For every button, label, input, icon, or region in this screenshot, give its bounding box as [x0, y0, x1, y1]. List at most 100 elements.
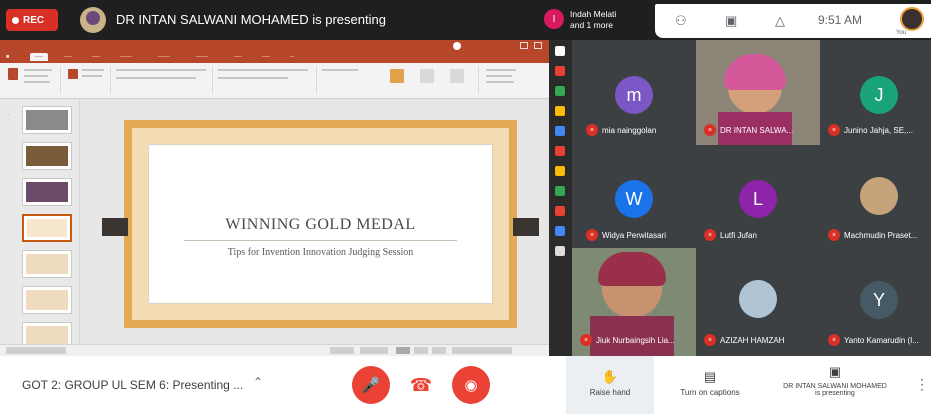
slide-thumb[interactable] — [22, 286, 72, 314]
mic-off-icon: × — [828, 334, 840, 346]
status-notes-icon — [330, 347, 354, 354]
participant-name: Machmudin Praset... — [844, 231, 918, 240]
ribbon-line — [486, 69, 516, 71]
participant-tile[interactable]: J × Junino Jahja, SE,... — [820, 40, 931, 145]
slide-thumb[interactable] — [22, 178, 72, 206]
recording-label: REC — [23, 14, 45, 26]
participant-tile[interactable]: Y × Yanto Kamarudin (I... — [820, 248, 931, 356]
record-dot-icon — [12, 16, 19, 24]
mic-off-icon: × — [586, 229, 598, 241]
ppt-tab-icon: ─── — [196, 54, 208, 60]
status-comments-icon — [360, 347, 388, 354]
slide-thumb[interactable] — [22, 250, 72, 278]
normal-view-icon — [396, 347, 410, 354]
ribbon-line — [322, 69, 358, 71]
taskbar-icon — [555, 86, 565, 96]
user-avatar-label: You — [896, 30, 907, 36]
participant-tile[interactable]: × AZIZAH HAMZAH — [696, 248, 820, 356]
sorter-view-icon — [414, 347, 428, 354]
meeting-title[interactable]: GOT 2: GROUP UL SEM 6: Presenting ... — [22, 378, 243, 392]
captions-icon: ▤ — [703, 369, 717, 384]
ribbon-line — [486, 81, 514, 83]
participant-tile-video[interactable]: × DR INTAN SALWA... — [696, 40, 820, 145]
taskbar-strip — [549, 40, 572, 356]
ppt-tab-icon: ─ — [290, 54, 294, 60]
ppt-window-button-icon — [534, 42, 542, 49]
camera-toggle-button[interactable]: ◉ — [452, 366, 490, 404]
ppt-tab-active: ── — [30, 53, 48, 61]
slide-thumb[interactable] — [22, 106, 72, 134]
camera-off-icon: ◉ — [464, 377, 478, 394]
mic-off-icon: × — [828, 229, 840, 241]
more-options-icon[interactable]: ⋮ — [915, 376, 929, 393]
mic-off-icon: 🎤 — [361, 377, 381, 394]
reading-view-icon — [432, 347, 446, 354]
people-icon[interactable]: ⚇ — [675, 14, 687, 28]
participant-name: DR INTAN SALWA... — [720, 126, 794, 135]
participant-avatar: W — [615, 180, 653, 218]
bottom-bar: GOT 2: GROUP UL SEM 6: Presenting ... ⌃ … — [0, 356, 931, 414]
hang-up-icon: ☎ — [409, 374, 433, 395]
participant-pill-line1: Indah Melati — [570, 9, 617, 19]
ribbon-separator — [110, 66, 111, 94]
ribbon-separator — [60, 66, 61, 94]
taskbar-icon — [555, 166, 565, 176]
ppt-ribbon — [0, 63, 549, 99]
ppt-window-button-icon — [520, 42, 528, 49]
ppt-tab-icon: ── — [234, 54, 242, 60]
participant-tile[interactable]: W × Widya Perwitasari — [572, 145, 696, 248]
ribbon-line — [24, 81, 50, 83]
ppt-tab-icon: ─── — [120, 54, 132, 60]
participant-name: AZIZAH HAMZAH — [720, 336, 785, 345]
participant-name: Yanto Kamarudin (I... — [844, 336, 919, 345]
presenting-banner: DR INTAN SALWANI MOHAMED is presenting — [116, 12, 386, 27]
ppt-tab-icon: ─── — [158, 54, 170, 60]
hand-icon: ✋ — [601, 369, 619, 384]
participant-tile[interactable]: L × Lutfi Jufan — [696, 145, 820, 248]
new-slide-icon — [68, 69, 78, 79]
mic-off-icon: × — [704, 229, 716, 241]
user-avatar[interactable] — [900, 7, 924, 31]
taskbar-icon — [555, 66, 565, 76]
participant-tile-video[interactable]: × Jiuk Nurbaingsih Lia... — [572, 248, 696, 356]
ribbon-line — [24, 75, 48, 77]
participant-pill-text[interactable]: Indah Melati and 1 more — [570, 9, 616, 31]
quick-styles-icon — [450, 69, 464, 83]
participant-photo-avatar — [739, 280, 777, 318]
taskbar-icon — [555, 46, 565, 56]
participant-photo-avatar — [860, 177, 898, 215]
slide-thumb-selected[interactable] — [22, 214, 72, 242]
mic-off-icon: × — [828, 124, 840, 136]
ppt-tab-icon: ── — [262, 54, 270, 60]
chat-icon[interactable]: ▣ — [725, 14, 737, 28]
presenter-avatar — [80, 7, 106, 33]
mic-off-icon: × — [586, 124, 598, 136]
raise-hand-button[interactable]: ✋ Raise hand — [566, 356, 654, 414]
taskbar-icon — [555, 126, 565, 136]
participant-pill-line2: and 1 more — [570, 20, 613, 30]
captions-button[interactable]: ▤ Turn on captions — [666, 356, 754, 414]
slide-subtitle: Tips for Invention Innovation Judging Se… — [227, 247, 414, 258]
slide-title: WINNING GOLD MEDAL — [225, 216, 416, 233]
activities-icon[interactable]: △ — [775, 14, 785, 28]
presenting-line1: DR INTAN SALWANI MOHAMED — [783, 383, 887, 390]
participant-name: Junino Jahja, SE,... — [844, 126, 913, 135]
slide-thumbnails: · — [0, 100, 80, 350]
mic-toggle-button[interactable]: 🎤 — [352, 366, 390, 404]
participant-tile[interactable]: m × mia nainggolan — [572, 40, 696, 145]
ribbon-separator — [478, 66, 479, 94]
presenting-line2: is presenting — [815, 390, 855, 397]
shapes-icon — [390, 69, 404, 83]
status-text-block — [6, 347, 66, 354]
zoom-slider — [452, 347, 512, 354]
paste-icon — [8, 68, 18, 80]
taskbar-icon — [555, 106, 565, 116]
chevron-up-icon[interactable]: ⌃ — [253, 375, 263, 389]
participant-pill-avatar[interactable]: I — [544, 9, 564, 29]
paragraph-box — [218, 69, 308, 71]
leave-call-button[interactable]: ☎ — [402, 366, 440, 404]
presenting-button[interactable]: ▣ DR INTAN SALWANI MOHAMED is presenting — [760, 356, 910, 414]
slide-thumb[interactable] — [22, 142, 72, 170]
font-format — [116, 77, 196, 79]
participant-tile[interactable]: × Machmudin Praset... — [820, 145, 931, 248]
